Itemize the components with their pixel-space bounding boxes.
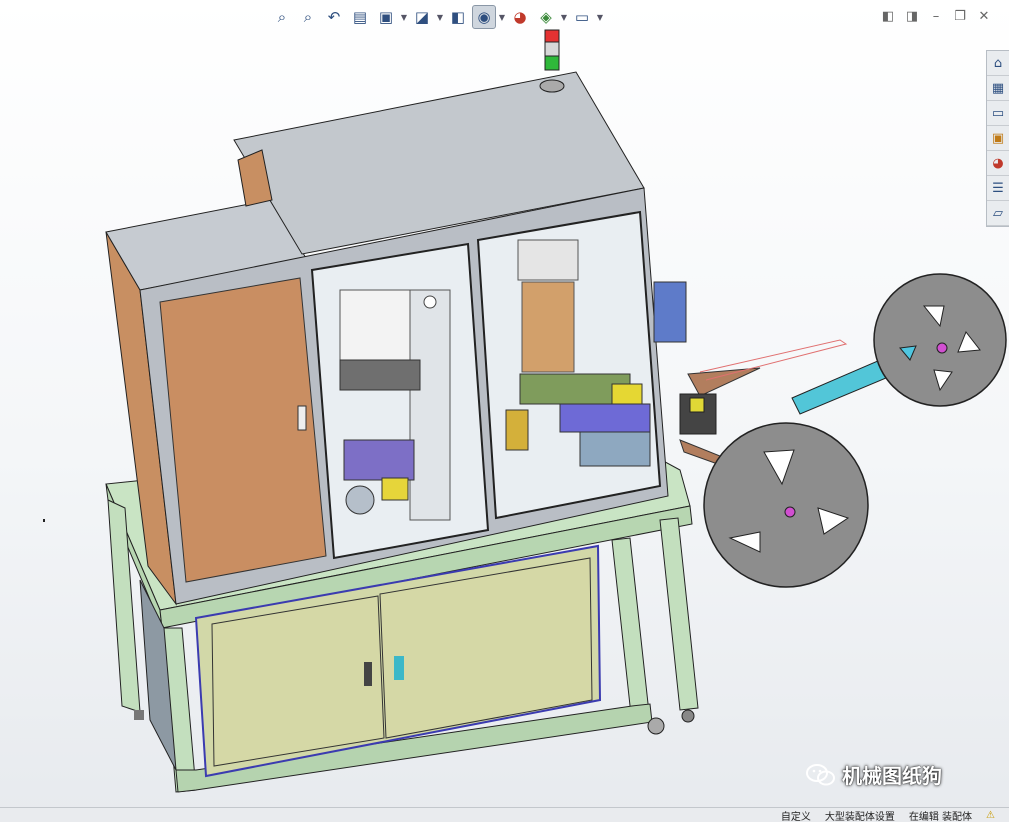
view-settings-icon[interactable]: ▭: [570, 5, 594, 29]
apply-scene-dropdown-icon[interactable]: ▼: [560, 13, 568, 22]
rebuild-warning-icon[interactable]: ⚠: [986, 810, 995, 821]
zoom-to-area-icon[interactable]: ⌕: [296, 5, 320, 29]
zoom-to-fit-icon[interactable]: ⌕: [270, 5, 294, 29]
heads-up-view-toolbar: ⌕ ⌕ ↶ ▤ ▣ ▼ ◪ ▼ ◧ ◉ ▼ ◕ ◈ ▼ ▭ ▼: [270, 4, 604, 30]
cabinet-handle-left: [364, 662, 372, 686]
tile-left-icon[interactable]: ◧: [878, 6, 898, 26]
reel-arm: [791, 359, 887, 415]
hide-show-items-icon[interactable]: ◉: [472, 5, 496, 29]
gear-motor: [505, 409, 529, 451]
close-icon[interactable]: ✕: [974, 6, 994, 26]
status-bar: 自定义 大型装配体设置 在编辑 装配体 ⚠: [0, 807, 1009, 823]
view-palette-icon[interactable]: ▣: [987, 126, 1009, 151]
origin-marker: [43, 519, 45, 522]
view-settings-dropdown-icon[interactable]: ▼: [596, 13, 604, 22]
edit-appearance-icon[interactable]: ◕: [508, 5, 532, 29]
caster-wheel-right: [681, 709, 695, 723]
watermark: 机械图纸狗: [806, 760, 942, 789]
supply-reel-lower: [703, 422, 869, 588]
base-plate: [579, 431, 651, 467]
previous-view-icon[interactable]: ↶: [322, 5, 346, 29]
indexing-unit: [559, 403, 651, 433]
wechat-logo-icon: [806, 763, 835, 785]
driver-assembly: [343, 439, 415, 481]
feeder-sensor: [689, 397, 705, 413]
forum-icon[interactable]: ▱: [987, 201, 1009, 226]
graphics-viewport[interactable]: [0, 28, 1009, 796]
reel-hub-upper: [936, 342, 948, 354]
parts-library-icon[interactable]: ▦: [987, 76, 1009, 101]
signal-light-green: [544, 55, 560, 71]
appearances-icon[interactable]: ◕: [987, 151, 1009, 176]
door-handle-left: [297, 405, 307, 431]
motor-cylinder: [345, 485, 375, 515]
dynamic-annotation-dropdown-icon[interactable]: ▼: [400, 13, 408, 22]
feed-tray: [339, 359, 421, 391]
linear-module: [409, 289, 451, 521]
cabinet-door-left: [211, 595, 385, 767]
home-icon[interactable]: ⌂: [987, 51, 1009, 76]
restore-icon[interactable]: ❐: [950, 6, 970, 26]
task-pane-tabs: ⌂ ▦ ▭ ▣ ◕ ☰ ▱: [986, 50, 1009, 227]
base-leg-front-right: [611, 537, 651, 725]
caster-wheel-front: [647, 717, 665, 735]
leveling-foot-left: [134, 710, 144, 720]
display-style-icon[interactable]: ◧: [446, 5, 470, 29]
file-explorer-icon[interactable]: ▭: [987, 101, 1009, 126]
reel-hub-lower: [784, 506, 796, 518]
yellow-sensor: [611, 383, 643, 405]
feeder-bracket: [653, 281, 687, 343]
signal-light-red: [544, 29, 560, 43]
base-leg-right: [659, 517, 699, 711]
status-custom[interactable]: 自定义: [781, 808, 811, 823]
cabinet-lock: [394, 656, 404, 680]
view-orientation-icon[interactable]: ◪: [410, 5, 434, 29]
minimize-icon[interactable]: –: [926, 6, 946, 26]
signal-tower-base: [539, 79, 565, 93]
section-view-icon[interactable]: ▤: [348, 5, 372, 29]
window-controls: ◧ ◨ – ❐ ✕: [878, 6, 994, 26]
module-bearing: [423, 295, 437, 309]
machine-assembly-model[interactable]: [0, 28, 1009, 796]
tape-guide: [687, 367, 761, 397]
watermark-text: 机械图纸狗: [842, 764, 942, 788]
apply-scene-icon[interactable]: ◈: [534, 5, 558, 29]
signal-light-white: [544, 41, 560, 57]
press-column: [521, 281, 575, 373]
yellow-component: [381, 477, 409, 501]
tile-right-icon[interactable]: ◨: [902, 6, 922, 26]
dynamic-annotation-icon[interactable]: ▣: [374, 5, 398, 29]
status-editing: 在编辑 装配体: [908, 811, 973, 823]
press-head: [517, 239, 579, 281]
custom-properties-icon[interactable]: ☰: [987, 176, 1009, 201]
hide-show-dropdown-icon[interactable]: ▼: [498, 13, 506, 22]
view-orientation-dropdown-icon[interactable]: ▼: [436, 13, 444, 22]
status-large-assembly[interactable]: 大型装配体设置: [825, 808, 895, 823]
